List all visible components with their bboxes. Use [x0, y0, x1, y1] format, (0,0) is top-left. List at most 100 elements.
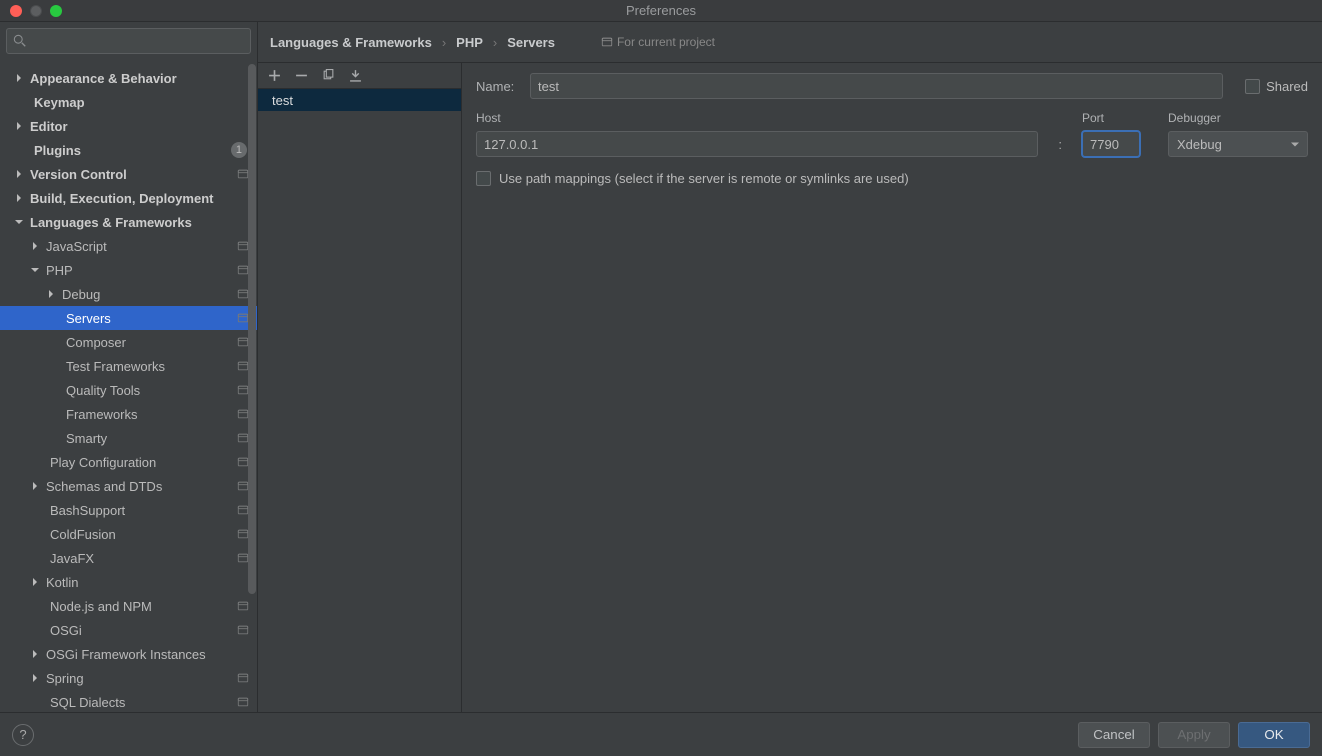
remove-icon[interactable] — [295, 69, 308, 82]
breadcrumb-row: Languages & Frameworks › PHP › Servers F… — [258, 22, 1322, 62]
chevron-right-icon[interactable] — [14, 122, 24, 130]
tree-node-label: Smarty — [66, 431, 237, 446]
tree-node[interactable]: Quality Tools — [0, 378, 257, 402]
shared-checkbox[interactable] — [1245, 79, 1260, 94]
chevron-right-icon[interactable] — [30, 650, 40, 658]
breadcrumb-item: Servers — [507, 35, 555, 50]
tree-node-label: Quality Tools — [66, 383, 237, 398]
search-field[interactable] — [31, 34, 244, 48]
chevron-down-icon — [1291, 137, 1299, 152]
tree-node[interactable]: OSGi Framework Instances — [0, 642, 257, 666]
tree-node[interactable]: Plugins1 — [0, 138, 257, 162]
tree-node-label: Composer — [66, 335, 237, 350]
scrollbar-thumb[interactable] — [248, 64, 256, 594]
tree-node[interactable]: Schemas and DTDs — [0, 474, 257, 498]
shared-checkbox-group[interactable]: Shared — [1245, 79, 1308, 94]
server-list-toolbar — [258, 63, 461, 89]
shared-label: Shared — [1266, 79, 1308, 94]
tree-node-label: Debug — [62, 287, 237, 302]
tree-node-label: BashSupport — [50, 503, 237, 518]
window-controls — [0, 5, 62, 17]
tree-node[interactable]: BashSupport — [0, 498, 257, 522]
help-button[interactable]: ? — [12, 724, 34, 746]
chevron-right-icon[interactable] — [14, 74, 24, 82]
chevron-right-icon[interactable] — [14, 170, 24, 178]
chevron-right-icon[interactable] — [30, 242, 40, 250]
port-input[interactable] — [1082, 131, 1140, 157]
tree-node[interactable]: PHP — [0, 258, 257, 282]
update-badge: 1 — [231, 142, 247, 158]
cancel-button[interactable]: Cancel — [1078, 722, 1150, 748]
project-scope-icon — [237, 672, 249, 684]
scope-indicator: For current project — [601, 35, 715, 49]
chevron-down-icon[interactable] — [14, 218, 24, 226]
server-list-item[interactable]: test — [258, 89, 461, 111]
tree-node[interactable]: Languages & Frameworks — [0, 210, 257, 234]
titlebar: Preferences — [0, 0, 1322, 22]
chevron-right-icon[interactable] — [14, 194, 24, 202]
breadcrumb-item[interactable]: Languages & Frameworks — [270, 35, 432, 50]
apply-button: Apply — [1158, 722, 1230, 748]
tree-node-label: Schemas and DTDs — [46, 479, 237, 494]
tree-node[interactable]: Debug — [0, 282, 257, 306]
copy-icon[interactable] — [322, 69, 335, 82]
tree-node[interactable]: OSGi — [0, 618, 257, 642]
tree-node[interactable]: Composer — [0, 330, 257, 354]
tree-node[interactable]: Editor — [0, 114, 257, 138]
tree-node[interactable]: Play Configuration — [0, 450, 257, 474]
tree-node-label: Appearance & Behavior — [30, 71, 257, 86]
zoom-window-button[interactable] — [50, 5, 62, 17]
server-form: Name: Shared Host : — [462, 63, 1322, 712]
server-list[interactable]: test — [258, 89, 461, 712]
minimize-window-button[interactable] — [30, 5, 42, 17]
name-input[interactable] — [530, 73, 1223, 99]
tree-node[interactable]: JavaScript — [0, 234, 257, 258]
content-pane: Languages & Frameworks › PHP › Servers F… — [258, 22, 1322, 712]
tree-node-label: Languages & Frameworks — [30, 215, 257, 230]
tree-node-label: PHP — [46, 263, 237, 278]
tree-node-label: JavaFX — [50, 551, 237, 566]
tree-node[interactable]: Frameworks — [0, 402, 257, 426]
add-icon[interactable] — [268, 69, 281, 82]
tree-node[interactable]: Test Frameworks — [0, 354, 257, 378]
close-window-button[interactable] — [10, 5, 22, 17]
tree-node[interactable]: Kotlin — [0, 570, 257, 594]
host-label: Host — [476, 111, 1038, 125]
path-mappings-label: Use path mappings (select if the server … — [499, 171, 909, 186]
ok-button[interactable]: OK — [1238, 722, 1310, 748]
preferences-tree[interactable]: Appearance & BehaviorKeymapEditorPlugins… — [0, 60, 257, 712]
tree-node-label: Play Configuration — [50, 455, 237, 470]
debugger-select[interactable]: Xdebug — [1168, 131, 1308, 157]
tree-node[interactable]: Spring — [0, 666, 257, 690]
tree-node[interactable]: Node.js and NPM — [0, 594, 257, 618]
path-mappings-row[interactable]: Use path mappings (select if the server … — [476, 171, 1308, 186]
tree-node[interactable]: Keymap — [0, 90, 257, 114]
breadcrumb-item[interactable]: PHP — [456, 35, 483, 50]
tree-node[interactable]: Build, Execution, Deployment — [0, 186, 257, 210]
tree-node-label: Version Control — [30, 167, 237, 182]
tree-node[interactable]: Appearance & Behavior — [0, 66, 257, 90]
tree-node[interactable]: SQL Dialects — [0, 690, 257, 712]
chevron-right-icon[interactable] — [30, 482, 40, 490]
search-input[interactable] — [6, 28, 251, 54]
chevron-right-icon[interactable] — [30, 674, 40, 682]
tree-node[interactable]: Servers — [0, 306, 257, 330]
dialog-footer: ? Cancel Apply OK — [0, 712, 1322, 756]
tree-node[interactable]: ColdFusion — [0, 522, 257, 546]
host-port-separator: : — [1056, 137, 1064, 157]
tree-node[interactable]: JavaFX — [0, 546, 257, 570]
tree-node-label: Keymap — [34, 95, 257, 110]
chevron-right-icon[interactable] — [46, 290, 56, 298]
chevron-right-icon[interactable] — [30, 578, 40, 586]
project-scope-icon — [237, 600, 249, 612]
tree-node-label: Frameworks — [66, 407, 237, 422]
tree-node[interactable]: Smarty — [0, 426, 257, 450]
tree-node-label: Plugins — [34, 143, 231, 158]
chevron-right-icon: › — [489, 35, 501, 50]
debugger-label: Debugger — [1168, 111, 1308, 125]
import-icon[interactable] — [349, 69, 362, 82]
host-input[interactable] — [476, 131, 1038, 157]
path-mappings-checkbox[interactable] — [476, 171, 491, 186]
chevron-down-icon[interactable] — [30, 266, 40, 274]
tree-node[interactable]: Version Control — [0, 162, 257, 186]
